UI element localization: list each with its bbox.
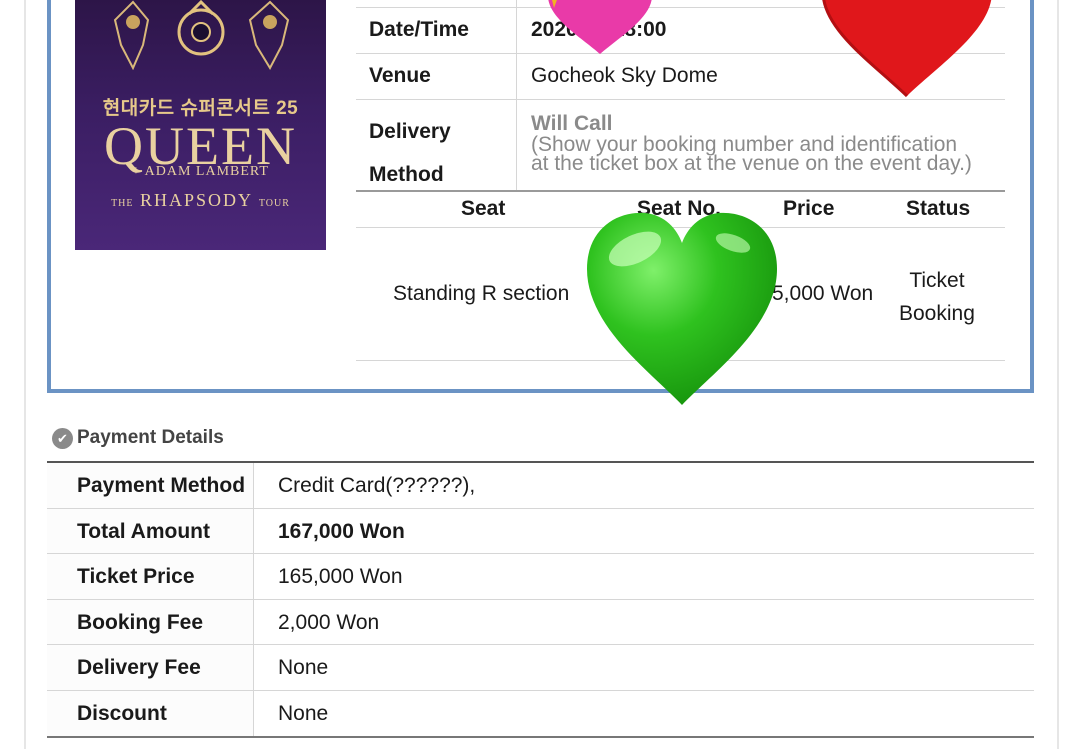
- pink-heart-icon: [548, 0, 652, 54]
- payment-method-value: Credit Card(??????),: [278, 474, 476, 497]
- delivery-value-block: Will Call (Show your booking number and …: [531, 112, 972, 175]
- ticket-price-value: 165,000 Won: [278, 565, 403, 588]
- delivery-label-line1: Delivery: [369, 120, 451, 143]
- payment-method-label: Payment Method: [47, 463, 254, 508]
- venue-label: Venue: [356, 54, 517, 99]
- green-heart-icon: [587, 212, 777, 405]
- red-heart-icon: [822, 0, 992, 98]
- delivery-fee-label: Delivery Fee: [47, 645, 254, 690]
- info-row-delivery: Delivery Method Will Call (Show your boo…: [356, 100, 1005, 190]
- lion-crest-icon: [113, 0, 150, 70]
- discount-value: None: [278, 701, 329, 725]
- price-header: Price: [783, 197, 835, 220]
- booking-fee-value: 2,000 Won: [278, 610, 380, 634]
- total-amount-label: Total Amount: [47, 508, 254, 553]
- poster-adam-lambert: + ADAM LAMBERT: [132, 164, 269, 179]
- delivery-fee-value: None: [278, 656, 329, 679]
- table-row: Payment Method Credit Card(??????),: [47, 463, 1034, 509]
- discount-label: Discount: [47, 690, 254, 736]
- payment-section-label: Payment Details: [77, 427, 224, 448]
- datetime-label: Date/Time: [356, 8, 517, 53]
- payment-table: Payment Method Credit Card(??????), Tota…: [47, 461, 1034, 738]
- ticket-price-label: Ticket Price: [47, 554, 254, 599]
- price-cell: 5,000 Won: [772, 282, 874, 305]
- queen-crest-icon: [177, 0, 225, 56]
- poster-tour-main: RHAPSODY: [140, 190, 253, 210]
- poster-tour-suffix: TOUR: [258, 198, 290, 209]
- delivery-value: Will Call: [531, 112, 613, 135]
- table-row: Discount None: [47, 690, 1034, 736]
- seat-cell: Standing R section: [393, 282, 570, 305]
- seat-header: Seat: [461, 197, 506, 220]
- table-row: Total Amount 167,000 Won: [47, 508, 1034, 554]
- concert-poster: 현대카드 슈퍼콘서트 25 QUEEN + ADAM LAMBERT THE R…: [75, 0, 326, 250]
- table-row: Delivery Fee None: [47, 645, 1034, 691]
- status-cell: Ticket Booking: [899, 264, 975, 330]
- booking-fee-label: Booking Fee: [47, 599, 254, 644]
- poster-tour-name: THE RHAPSODY TOUR: [75, 190, 326, 211]
- status-header: Status: [906, 197, 971, 220]
- payment-section-title: ✔ Payment Details: [52, 425, 224, 451]
- poster-tour-prefix: THE: [111, 198, 134, 209]
- venue-value: Gocheok Sky Dome: [531, 64, 718, 87]
- delivery-note-line2: at the ticket box at the venue on the ev…: [531, 152, 972, 175]
- total-amount-value: 167,000 Won: [278, 519, 405, 543]
- table-row: Ticket Price 165,000 Won: [47, 554, 1034, 600]
- delivery-label: Delivery Method: [356, 100, 517, 190]
- check-circle-icon: ✔: [52, 427, 73, 449]
- status-line1: Ticket: [909, 269, 965, 292]
- crab-crest-icon: [248, 0, 290, 70]
- status-line2: Booking: [899, 302, 975, 325]
- table-row: Booking Fee 2,000 Won: [47, 599, 1034, 645]
